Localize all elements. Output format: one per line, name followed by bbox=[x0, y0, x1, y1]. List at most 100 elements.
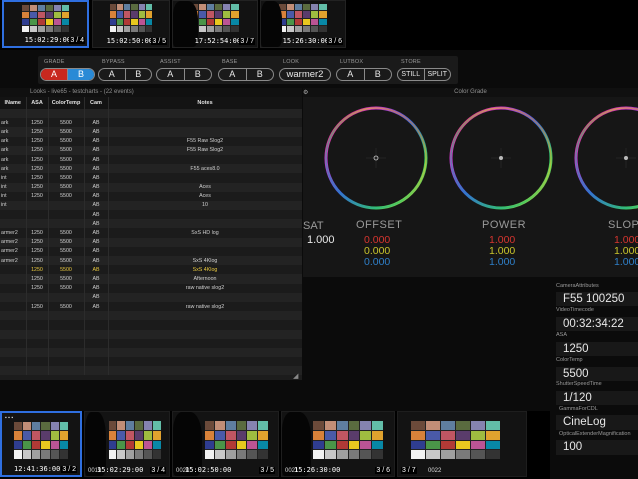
power-wheel[interactable] bbox=[446, 100, 556, 218]
thumb-overlay-info: ▪ ▪ ▪ bbox=[5, 415, 14, 421]
table-row[interactable]: 1250 5500 AB SxS 4Klog bbox=[0, 265, 302, 275]
offset-wheel[interactable] bbox=[321, 100, 431, 218]
top-thumb-1[interactable]: 15:02:29:00 3 / 4 bbox=[2, 0, 89, 48]
cell-cam: AB bbox=[84, 210, 109, 220]
cell-cam: AB bbox=[84, 237, 109, 247]
col-name-header[interactable]: lName bbox=[0, 97, 27, 109]
cell-asa: 1250 bbox=[26, 127, 49, 137]
cell-asa: 1250 bbox=[26, 136, 49, 146]
table-row[interactable]: armer2 1250 5500 AB SxS 4Klog bbox=[0, 256, 302, 266]
offset-blue-value[interactable]: 0.000 bbox=[364, 256, 390, 268]
cell-notes: F55 Raw Slog2 bbox=[108, 136, 302, 146]
bottom-thumb-4[interactable]: 0021 15:26:30:00 3 / 6 bbox=[281, 411, 395, 477]
table-row[interactable] bbox=[0, 109, 302, 119]
color-chart-image bbox=[22, 4, 69, 32]
grade-b-button[interactable]: B bbox=[67, 69, 94, 80]
resize-grip-icon[interactable]: ◢ bbox=[293, 372, 298, 380]
table-row[interactable]: ark 1250 5500 AB bbox=[0, 118, 302, 128]
cell-notes bbox=[108, 210, 302, 220]
bottom-thumb-2[interactable]: 0019 15:02:29:00 3 / 4 bbox=[84, 411, 170, 477]
cell-empty bbox=[84, 311, 109, 321]
col-asa-header[interactable]: ASA bbox=[26, 97, 49, 109]
sat-value[interactable]: 1.000 bbox=[307, 234, 335, 246]
panel-options-icon[interactable]: ⚙ bbox=[303, 89, 308, 96]
table-row[interactable]: int 1250 5500 AB bbox=[0, 173, 302, 183]
thumb-timecode: 17:52:54:00 bbox=[194, 37, 241, 45]
table-row[interactable]: int 1250 5500 AB Aces bbox=[0, 182, 302, 192]
table-row[interactable]: armer2 1250 5500 AB SxS HD log bbox=[0, 228, 302, 238]
look-label: LOOK bbox=[283, 59, 300, 65]
table-row[interactable]: 1250 5500 AB Afternoon bbox=[0, 274, 302, 284]
cell-empty bbox=[0, 311, 27, 321]
cell-empty bbox=[84, 320, 109, 330]
table-row[interactable]: 1250 5500 AB raw native slog2 bbox=[0, 283, 302, 293]
col-cam-header[interactable]: Cam bbox=[84, 97, 109, 109]
bottom-thumb-3[interactable]: 0020 15:02:50:00 3 / 5 bbox=[172, 411, 279, 477]
store-still-button[interactable]: STILL bbox=[398, 69, 424, 80]
slope-blue-value[interactable]: 1.000 bbox=[614, 256, 638, 268]
bypass-a-button[interactable]: A bbox=[99, 69, 125, 80]
color-chart-image bbox=[410, 420, 501, 460]
assist-b-button[interactable]: B bbox=[183, 69, 212, 80]
thumb-timecode: 15:02:29:00 bbox=[97, 466, 144, 474]
table-row[interactable]: ark 1250 5500 AB bbox=[0, 154, 302, 165]
table-row[interactable]: AB bbox=[0, 219, 302, 229]
table-row[interactable]: int AB 10 bbox=[0, 200, 302, 211]
cell-name: armer2 bbox=[0, 246, 27, 256]
table-row[interactable]: armer2 1250 5500 AB bbox=[0, 237, 302, 247]
cell-name: ark bbox=[0, 164, 27, 174]
bottom-thumb-1[interactable]: ▪ ▪ ▪ 12:41:36:00 3 / 2 bbox=[0, 411, 82, 477]
cell-empty bbox=[48, 357, 85, 367]
table-row[interactable]: armer2 1250 5500 AB bbox=[0, 246, 302, 256]
table-row[interactable]: ark 1250 5500 AB F55 Raw Slog2 bbox=[0, 136, 302, 146]
bypass-b-button[interactable]: B bbox=[124, 69, 152, 80]
cell-colortemp: 5500 bbox=[48, 164, 85, 174]
attr-value-camera: F55 100250 bbox=[556, 292, 638, 306]
base-a-button[interactable]: A bbox=[219, 69, 246, 80]
base-b-button[interactable]: B bbox=[245, 69, 274, 80]
table-row[interactable]: AB bbox=[0, 210, 302, 220]
table-row[interactable]: ark 1250 5500 AB F55 Raw Slog2 bbox=[0, 145, 302, 155]
col-notes-header[interactable]: Notes bbox=[108, 97, 302, 109]
cell-colortemp: 5500 bbox=[48, 173, 85, 183]
top-thumb-2[interactable]: 15:02:50:00 3 / 5 bbox=[92, 0, 170, 48]
cell-cam: AB bbox=[84, 283, 109, 293]
slope-wheel[interactable] bbox=[571, 100, 638, 218]
cell-empty bbox=[48, 329, 85, 339]
col-colortemp-header[interactable]: ColorTemp bbox=[48, 97, 85, 109]
table-row[interactable]: ark 1250 5500 AB bbox=[0, 127, 302, 137]
thumb-timecode: 15:26:30:00 bbox=[294, 466, 341, 474]
lutbox-b-button[interactable]: B bbox=[363, 69, 392, 80]
cell-colortemp: 5500 bbox=[48, 145, 85, 155]
cell-asa bbox=[26, 292, 49, 302]
cell-cam: AB bbox=[84, 256, 109, 266]
cell-cam: AB bbox=[84, 182, 109, 192]
table-row-empty bbox=[0, 338, 302, 348]
cell-colortemp: 5500 bbox=[48, 246, 85, 256]
bottom-thumb-5[interactable]: 0022 3 / 7 bbox=[397, 411, 527, 477]
cell-name: ark bbox=[0, 145, 27, 155]
cell-empty bbox=[108, 347, 302, 358]
lutbox-a-button[interactable]: A bbox=[337, 69, 364, 80]
cell-name: ark bbox=[0, 136, 27, 146]
lutbox-toggle: A B bbox=[336, 68, 392, 81]
assist-a-button[interactable]: A bbox=[157, 69, 184, 80]
table-row[interactable]: 1250 5500 AB raw native slog2 bbox=[0, 301, 302, 312]
cell-cam: AB bbox=[84, 301, 109, 312]
grade-a-button[interactable]: A bbox=[41, 69, 67, 80]
table-row[interactable]: AB bbox=[0, 292, 302, 302]
cell-empty bbox=[48, 366, 85, 376]
table-row[interactable]: ark 1250 5500 AB F55 aces8.0 bbox=[0, 164, 302, 174]
look-selector[interactable]: warmer2 bbox=[279, 68, 331, 81]
color-chart-image bbox=[204, 420, 268, 460]
cell-cam: AB bbox=[84, 145, 109, 155]
attr-value-asa: 1250 bbox=[556, 342, 638, 356]
top-thumb-3[interactable]: 17:52:54:00 3 / 7 bbox=[172, 0, 258, 48]
table-row[interactable]: int 1250 5500 AB Aces bbox=[0, 191, 302, 201]
cell-empty bbox=[0, 347, 27, 358]
top-thumb-4[interactable]: 15:26:30:00 3 / 6 bbox=[260, 0, 346, 48]
slope-label: SLOPE bbox=[608, 219, 638, 231]
power-blue-value[interactable]: 1.000 bbox=[489, 256, 515, 268]
thumb-counter: 3 / 5 bbox=[151, 38, 167, 45]
store-split-button[interactable]: SPLIT bbox=[423, 69, 451, 80]
